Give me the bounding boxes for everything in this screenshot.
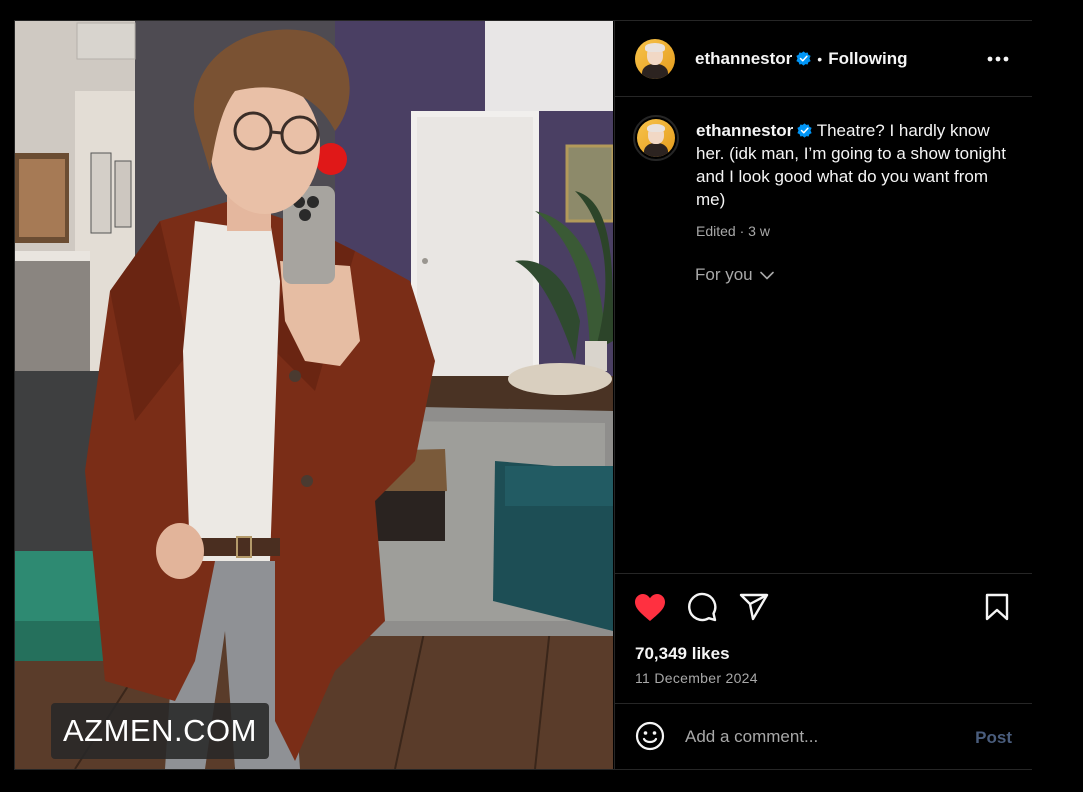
author-avatar[interactable] xyxy=(635,38,675,79)
header-separator: • xyxy=(817,50,823,67)
verified-badge-icon xyxy=(796,51,811,66)
caption-meta: Edited · 3 w xyxy=(696,223,770,239)
post-actions: 70,349 likes 11 December 2024 xyxy=(615,573,1032,703)
post-photo[interactable]: AZMEN.COM xyxy=(15,21,613,769)
post-date: 11 December 2024 xyxy=(635,670,758,686)
comment-bubble-icon[interactable] xyxy=(685,590,719,624)
caption-row: ethannestor Theatre? I hardly know her. … xyxy=(633,115,1012,243)
post-header: ethannestor • Following xyxy=(615,21,1032,97)
comment-input[interactable] xyxy=(685,720,935,754)
caption-avatar[interactable] xyxy=(633,115,679,161)
paper-plane-icon[interactable] xyxy=(737,590,771,624)
caption-username[interactable]: ethannestor xyxy=(696,121,793,140)
more-options-icon[interactable] xyxy=(984,47,1012,71)
post-comment-button[interactable]: Post xyxy=(975,728,1012,748)
watermark-label: AZMEN.COM xyxy=(51,703,269,759)
heart-icon[interactable] xyxy=(633,590,667,624)
author-username[interactable]: ethannestor xyxy=(695,49,792,69)
chevron-down-icon xyxy=(759,271,774,279)
comment-bar: Post xyxy=(615,703,1032,769)
post-modal: AZMEN.COM ethannestor • Following ethann… xyxy=(14,20,1032,770)
verified-badge-icon xyxy=(797,123,812,138)
for-you-label: For you xyxy=(695,265,753,284)
smiley-icon[interactable] xyxy=(635,721,665,756)
watermark-text: AZMEN.COM xyxy=(63,713,257,748)
post-details-panel: ethannestor • Following ethannestor Thea… xyxy=(614,21,1032,769)
bookmark-icon[interactable] xyxy=(980,590,1014,624)
for-you-dropdown[interactable]: For you xyxy=(695,265,774,285)
caption: ethannestor Theatre? I hardly know her. … xyxy=(696,119,1006,243)
selfie-image xyxy=(15,21,613,769)
likes-count[interactable]: 70,349 likes xyxy=(635,644,730,664)
following-button[interactable]: Following xyxy=(828,49,907,69)
